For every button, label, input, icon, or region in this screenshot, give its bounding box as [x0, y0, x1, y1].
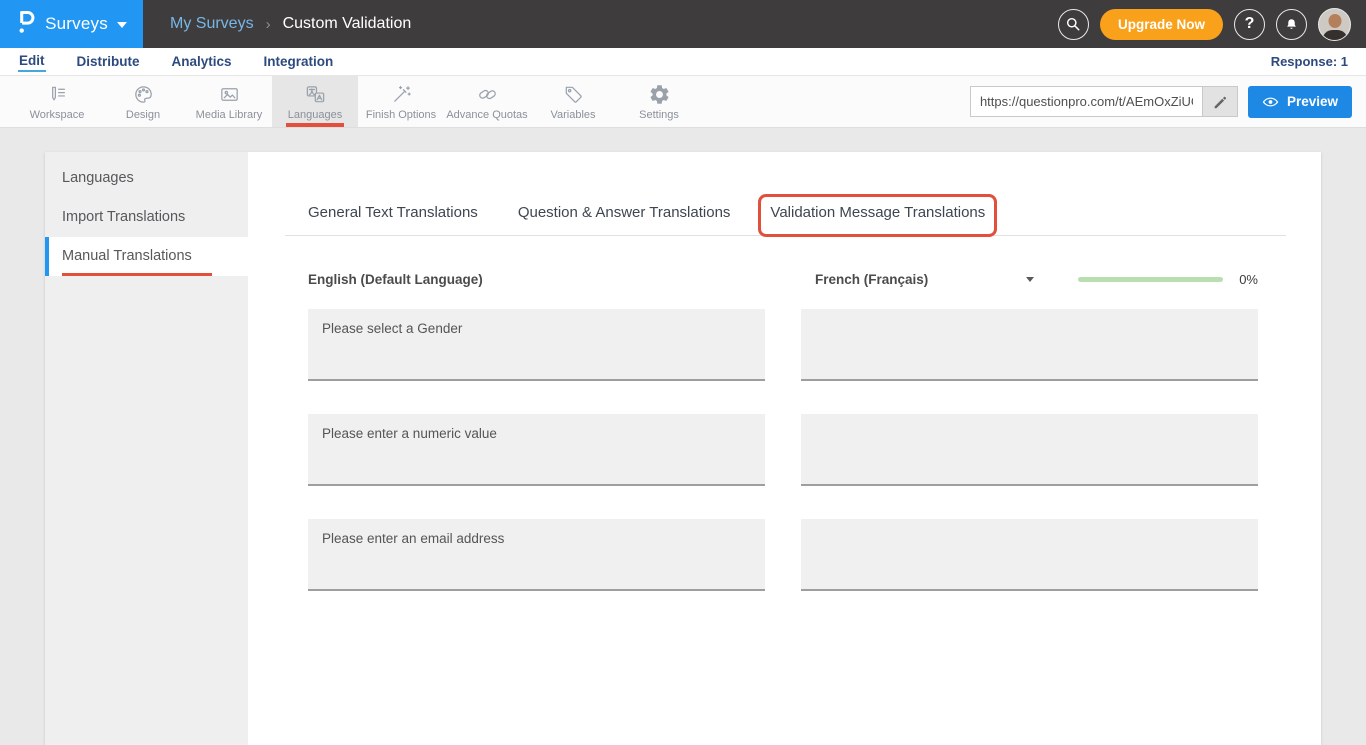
product-switcher[interactable]: Surveys	[0, 0, 143, 48]
gear-icon	[648, 83, 671, 106]
breadcrumb-current-survey: Custom Validation	[283, 15, 412, 33]
chevron-down-icon[interactable]	[1026, 277, 1034, 282]
user-avatar[interactable]	[1318, 8, 1351, 41]
translation-tabs: General Text Translations Question & Ans…	[285, 204, 1286, 236]
toolbar-advance-quotas[interactable]: Advance Quotas	[444, 76, 530, 127]
search-button[interactable]	[1058, 9, 1089, 40]
toolbar-languages[interactable]: Languages	[272, 76, 358, 127]
translate-icon	[304, 83, 327, 106]
source-text-email: Please enter an email address	[308, 519, 765, 591]
preview-button[interactable]: Preview	[1248, 86, 1352, 118]
breadcrumb-separator: ›	[266, 16, 271, 33]
toolbar-workspace[interactable]: Workspace	[14, 76, 100, 127]
toolbar-finish-options[interactable]: Finish Options	[358, 76, 444, 127]
media-image-icon	[218, 83, 241, 106]
question-mark-icon: ?	[1245, 15, 1255, 33]
annotation-red-underline-manual-translations	[62, 273, 212, 276]
top-header: Surveys My Surveys › Custom Validation U…	[0, 0, 1366, 48]
target-language-select[interactable]: French (Français)	[801, 272, 1026, 287]
language-header-row: English (Default Language) French (Franç…	[285, 269, 1286, 289]
chain-links-icon	[476, 83, 499, 106]
target-input-email[interactable]	[801, 519, 1258, 591]
edit-url-button[interactable]	[1202, 86, 1238, 117]
tab-question-answer-translations[interactable]: Question & Answer Translations	[518, 204, 731, 235]
eye-icon	[1262, 95, 1279, 109]
languages-sidebar: Languages Import Translations Manual Tra…	[45, 152, 248, 745]
tab-general-text-translations[interactable]: General Text Translations	[308, 204, 478, 235]
translation-progress-percent: 0%	[1239, 272, 1258, 287]
translation-row: Please enter an email address	[285, 519, 1286, 591]
survey-url-group	[970, 86, 1238, 117]
source-language-label: English (Default Language)	[308, 272, 765, 287]
design-palette-icon	[132, 83, 155, 106]
upgrade-now-button[interactable]: Upgrade Now	[1100, 9, 1223, 40]
toolbar-variables[interactable]: Variables	[530, 76, 616, 127]
sidebar-item-manual-translations[interactable]: Manual Translations	[45, 237, 248, 276]
nav-tab-integration[interactable]: Integration	[263, 52, 335, 71]
nav-tab-analytics[interactable]: Analytics	[171, 52, 233, 71]
chevron-down-icon	[117, 22, 127, 28]
manual-translations-content: General Text Translations Question & Ans…	[248, 152, 1321, 745]
source-text-numeric: Please enter a numeric value	[308, 414, 765, 486]
toolbar-right-group: Preview	[970, 76, 1352, 127]
translation-row: Please enter a numeric value	[285, 414, 1286, 486]
annotation-red-underline-languages	[286, 123, 344, 127]
toolbar-settings[interactable]: Settings	[616, 76, 702, 127]
toolbar-media-library[interactable]: Media Library	[186, 76, 272, 127]
questionpro-logo-icon	[16, 9, 36, 40]
sidebar-item-languages[interactable]: Languages	[45, 159, 248, 198]
bell-icon	[1283, 16, 1300, 33]
nav-tab-distribute[interactable]: Distribute	[76, 52, 141, 71]
avatar-body	[1322, 30, 1347, 41]
sidebar-item-import-translations[interactable]: Import Translations	[45, 198, 248, 237]
breadcrumb: My Surveys › Custom Validation	[170, 15, 411, 33]
source-text-gender: Please select a Gender	[308, 309, 765, 381]
translation-progress-bar	[1078, 277, 1223, 282]
avatar-face	[1328, 14, 1341, 28]
target-language-controls: French (Français) 0%	[801, 272, 1258, 287]
magic-wand-icon	[390, 83, 413, 106]
product-name: Surveys	[45, 14, 108, 34]
workspace-icon	[46, 83, 69, 106]
tab-validation-message-translations[interactable]: Validation Message Translations	[770, 204, 985, 237]
response-count[interactable]: Response: 1	[1271, 54, 1348, 69]
survey-section-nav: Edit Distribute Analytics Integration Re…	[0, 48, 1366, 76]
notifications-button[interactable]	[1276, 9, 1307, 40]
toolbar-design[interactable]: Design	[100, 76, 186, 127]
pencil-icon	[1212, 94, 1227, 109]
edit-toolbar: Workspace Design Media Library Languages…	[0, 76, 1366, 128]
survey-url-input[interactable]	[970, 86, 1202, 117]
tag-icon	[562, 83, 585, 106]
breadcrumb-my-surveys[interactable]: My Surveys	[170, 15, 254, 33]
target-input-gender[interactable]	[801, 309, 1258, 381]
languages-panel: Languages Import Translations Manual Tra…	[45, 152, 1321, 745]
header-actions: Upgrade Now ?	[1058, 8, 1351, 41]
nav-tab-edit[interactable]: Edit	[18, 51, 46, 72]
help-button[interactable]: ?	[1234, 9, 1265, 40]
translation-row: Please select a Gender	[285, 309, 1286, 381]
search-icon	[1064, 15, 1082, 33]
target-input-numeric[interactable]	[801, 414, 1258, 486]
